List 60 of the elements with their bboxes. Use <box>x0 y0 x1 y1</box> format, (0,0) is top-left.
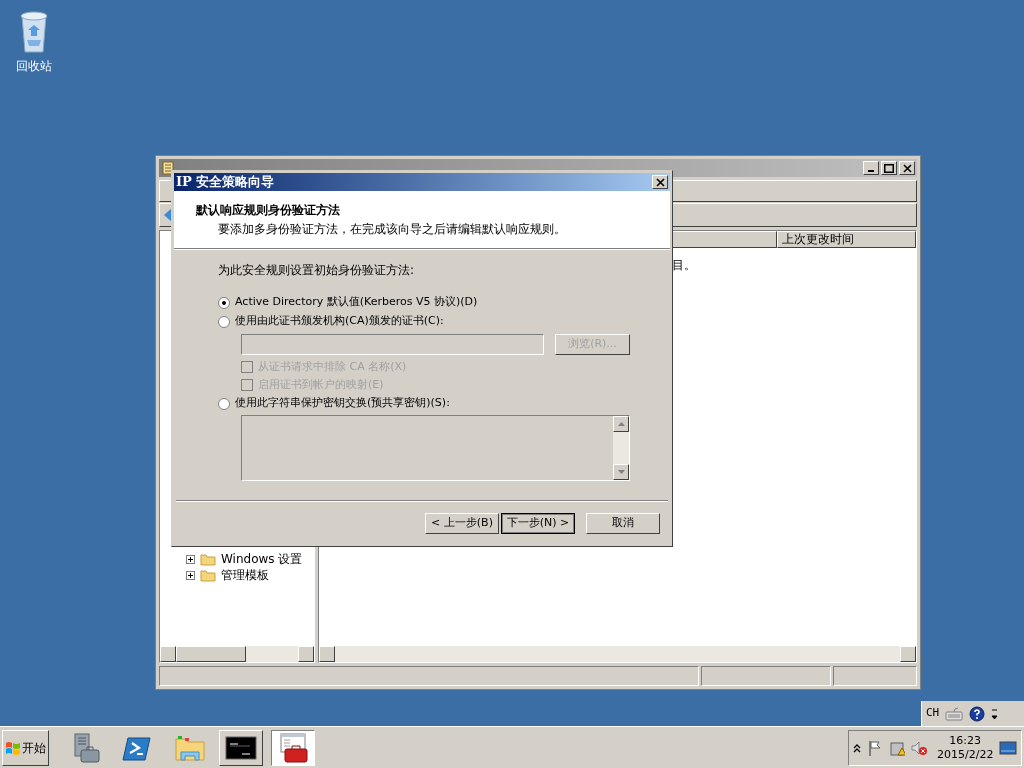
folder-icon <box>200 568 216 582</box>
vertical-scrollbar[interactable] <box>613 416 629 480</box>
tree-item[interactable]: 管理模板 <box>221 566 269 584</box>
taskbar-button[interactable] <box>271 729 315 766</box>
radio-label[interactable]: 使用此字符串保护密钥交换(预共享密钥)(S): <box>235 395 450 412</box>
radio-button[interactable] <box>218 397 230 410</box>
language-indicator[interactable]: CH <box>926 705 940 722</box>
scroll-down-button[interactable] <box>613 464 629 480</box>
radio-button[interactable] <box>218 315 230 328</box>
wizard-button[interactable]: < 上一步(B) <box>425 512 499 534</box>
scroll-right-button[interactable] <box>298 646 314 662</box>
clock-date[interactable]: 2015/2/22 <box>937 747 994 762</box>
folder-icon <box>200 552 216 566</box>
dialog-subheading: 要添加多身份验证方法，在完成该向导之后请编辑默认响应规则。 <box>217 221 567 238</box>
radio-label[interactable]: 使用由此证书颁发机构(CA)颁发的证书(C): <box>235 313 444 330</box>
plus-icon <box>187 571 194 579</box>
certificate-field[interactable] <box>241 334 544 355</box>
prompt-text: 为此安全规则设置初始身份验证方法: <box>218 262 416 279</box>
radio-button[interactable] <box>218 296 230 309</box>
flag-icon[interactable] <box>867 739 883 756</box>
list-message: 目。 <box>672 258 696 272</box>
scrollbar-thumb[interactable] <box>176 646 246 662</box>
muted-speaker-icon[interactable] <box>911 739 927 756</box>
toolbox-icon <box>277 731 309 764</box>
expand-button[interactable] <box>186 554 195 564</box>
network-warning-icon[interactable] <box>889 739 905 756</box>
wizard-button[interactable]: 取消 <box>586 512 660 534</box>
show-desktop-icon[interactable] <box>999 740 1018 755</box>
scroll-up-button[interactable] <box>613 416 629 432</box>
column-header[interactable]: 上次更改时间 <box>777 231 916 248</box>
dialog-title: IP 安全策略向导 <box>176 173 275 192</box>
expand-tray-icon[interactable] <box>853 742 861 753</box>
options-icon[interactable] <box>991 706 999 721</box>
horizontal-scrollbar[interactable] <box>160 646 314 662</box>
radio-label[interactable]: Active Directory 默认值(Kerberos V5 协议)(D) <box>235 294 478 311</box>
expand-button[interactable] <box>186 570 195 580</box>
wizard-button[interactable]: 下一步(N) > <box>501 512 575 534</box>
scroll-left-button[interactable] <box>319 646 335 662</box>
desktop-icon-label[interactable]: 回收站 <box>16 57 52 75</box>
policy-icon <box>161 161 175 175</box>
maximize-icon <box>884 163 894 173</box>
dialog-heading: 默认响应规则身份验证方法 <box>196 202 341 219</box>
scroll-right-button[interactable] <box>900 646 916 662</box>
close-button[interactable] <box>652 175 668 189</box>
close-button[interactable] <box>899 161 915 175</box>
start-button[interactable]: 开始 <box>2 729 49 766</box>
up-arrow-icon <box>617 422 625 426</box>
maximize-button[interactable] <box>881 161 897 175</box>
tree-item[interactable]: Windows 设置 <box>221 550 303 568</box>
close-icon <box>653 175 667 189</box>
windows-logo-icon <box>5 739 21 756</box>
minimize-button[interactable] <box>863 161 879 175</box>
clock-time[interactable]: 16:23 <box>949 733 982 748</box>
plus-icon <box>187 555 194 563</box>
down-arrow-icon <box>617 470 625 474</box>
horizontal-scrollbar[interactable] <box>319 646 916 662</box>
close-icon <box>902 163 912 173</box>
help-icon[interactable] <box>969 705 986 722</box>
scroll-left-button[interactable] <box>160 646 176 662</box>
minimize-icon <box>868 170 874 172</box>
